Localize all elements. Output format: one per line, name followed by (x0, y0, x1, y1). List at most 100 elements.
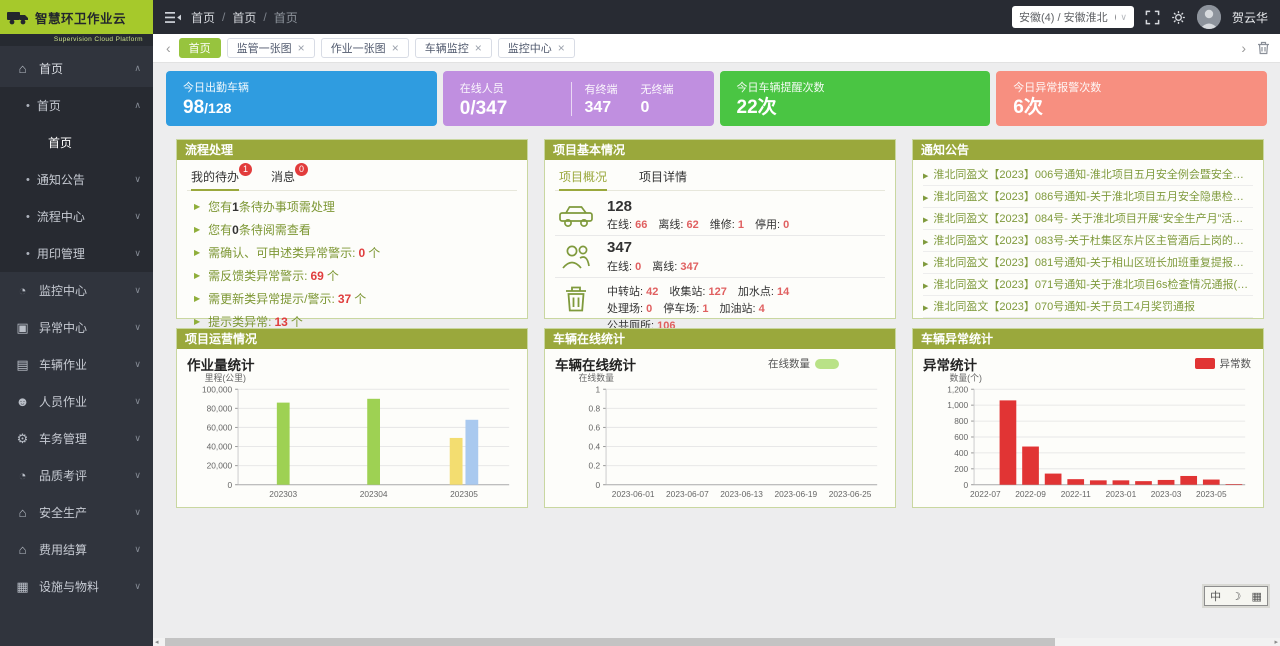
chart-title-row: 作业量统计 (185, 353, 519, 373)
notice-item[interactable]: ▶淮北同盈文【2023】084号- 关于淮北项目开展“安全生产月”活动的通知 (923, 208, 1253, 230)
y-axis-label: 数量(个) (950, 373, 982, 383)
scroll-left-arrow-icon[interactable]: ◂ (155, 638, 159, 646)
notice-item[interactable]: ▶淮北同盈文【2023】083号-关于杜集区东片区主管酒后上岗的处罚通告 (923, 230, 1253, 252)
y-tick-label: 400 (954, 448, 968, 458)
process-tab-我的待办[interactable]: 我的待办1 (191, 168, 239, 185)
avatar[interactable] (1197, 5, 1221, 29)
process-item[interactable]: ▶需反馈类异常警示: 69 个 (187, 264, 517, 287)
input-method-toolbar[interactable]: 中 ☽ ▦ (1204, 586, 1268, 606)
sidebar-item-label: 安全生产 (39, 504, 87, 521)
notice-item[interactable]: ▶淮北同盈文【2023】071号通知-关于淮北项目6s检查情况通报(2)(2) (923, 274, 1253, 296)
card-personnel-col: 有终端347 (585, 81, 641, 116)
ime-moon-icon[interactable]: ☽ (1231, 590, 1241, 603)
tab-监管一张图[interactable]: 监管一张图× (227, 38, 315, 58)
y-tick-label: 0.2 (589, 461, 601, 471)
scroll-right-arrow-icon[interactable]: ▸ (1274, 638, 1278, 646)
x-tick-label: 2023-06-13 (720, 489, 763, 499)
process-item[interactable]: ▶您有1条待办事项需处理 (187, 195, 517, 218)
panel-body: 我的待办1 消息0 ▶您有1条待办事项需处理▶您有0条待阅需查看▶需确认、可申述类… (177, 160, 527, 318)
x-tick-label: 2023-03 (1151, 489, 1182, 499)
safety-icon: ⌂ (14, 505, 31, 520)
sidebar-item-安全生产[interactable]: ⌂安全生产∨ (0, 494, 153, 531)
tab-首页[interactable]: 首页 (179, 38, 221, 58)
sidebar-item-设施与物料[interactable]: ▦设施与物料∨ (0, 568, 153, 605)
process-items: ▶您有1条待办事项需处理▶您有0条待阅需查看▶需确认、可申述类异常警示: 0 个… (187, 195, 517, 333)
card-value: 6次 (1013, 98, 1250, 117)
horizontal-scrollbar[interactable]: ◂ ▸ (153, 638, 1280, 646)
panel-operation-stats: 项目运营情况 作业量统计 020,00040,00060,00080,00010… (176, 328, 528, 508)
sidebar-item-费用结算[interactable]: ⌂费用结算∨ (0, 531, 153, 568)
app-logo: 智慧环卫作业云 (0, 0, 153, 34)
sidebar-item-监控中心[interactable]: ◔ 监控中心 ∨ (0, 272, 153, 309)
tabs-scroll-right-icon[interactable]: › (1238, 41, 1249, 55)
card-value: 0/347 (460, 99, 567, 118)
sidebar-item-home-sub[interactable]: • 首页 ∧ (0, 87, 153, 124)
sidebar-item-label: 监控中心 (39, 282, 87, 299)
breadcrumb-item[interactable]: 首页 (274, 9, 298, 26)
sidebar-item-home[interactable]: ⌂ 首页 ∧ (0, 50, 153, 87)
chevron-down-icon: ∨ (134, 322, 141, 333)
x-tick-label: 2022-09 (1015, 489, 1046, 499)
tab-车辆监控[interactable]: 车辆监控× (415, 38, 492, 58)
region-select-value: 安徽(4) / 安徽淮北（相... (1019, 9, 1116, 25)
close-icon[interactable]: × (475, 42, 482, 54)
card-abnormal-alarms: 今日异常报警次数 6次 (996, 71, 1267, 126)
process-tabs: 我的待办1 消息0 (187, 162, 517, 191)
stat-value: 0 (635, 261, 641, 273)
vehicle-online-chart: 00.20.40.60.81在线数量2023-06-012023-06-0720… (553, 373, 887, 503)
breadcrumb-item[interactable]: 首页 (191, 9, 215, 26)
x-tick-label: 202304 (360, 489, 388, 499)
tab-作业一张图[interactable]: 作业一张图× (321, 38, 409, 58)
project-tab-项目详情[interactable]: 项目详情 (639, 168, 687, 185)
fullscreen-icon[interactable] (1145, 10, 1160, 25)
sidebar-item-label: 首页 (48, 134, 72, 151)
notice-item[interactable]: ▶淮北同盈文【2023】086号通知-关于淮北项目五月安全隐患检查情况通告 (923, 186, 1253, 208)
region-select[interactable]: 安徽(4) / 安徽淮北（相... ∨ (1012, 6, 1134, 28)
sidebar-item-品质考评[interactable]: ◔品质考评∨ (0, 457, 153, 494)
sidebar-item-异常中心[interactable]: ▣异常中心∨ (0, 309, 153, 346)
chart-title-row: 异常统计 异常数 (921, 353, 1255, 373)
panel-title: 项目运营情况 (177, 329, 527, 349)
card-label: 有终端 (585, 81, 641, 97)
monitor-center-icon: ◔ (14, 283, 31, 298)
bar (1000, 400, 1017, 484)
panel-title: 通知公告 (913, 140, 1263, 160)
gear-icon[interactable] (1171, 10, 1186, 25)
sidebar-item-用印管理[interactable]: •用印管理∨ (0, 235, 153, 272)
chevron-down-icon: ∨ (134, 285, 141, 296)
page-content: 今日出勤车辆 98/128 在线人员 0/347 有终端347无终端0 今日车辆… (153, 63, 1280, 646)
close-icon[interactable]: × (392, 42, 399, 54)
tabs-scroll-left-icon[interactable]: ‹ (163, 41, 174, 55)
breadcrumb-item[interactable]: 首页 (232, 9, 256, 26)
process-tab-消息[interactable]: 消息0 (271, 168, 295, 185)
sidebar-item-通知公告[interactable]: •通知公告∨ (0, 161, 153, 198)
notice-item[interactable]: ▶淮北同盈文【2023】081号通知-关于相山区班长加班重复提报的通报 (923, 252, 1253, 274)
tab-监控中心[interactable]: 监控中心× (498, 38, 575, 58)
sidebar-item-流程中心[interactable]: •流程中心∨ (0, 198, 153, 235)
close-icon[interactable]: × (298, 42, 305, 54)
close-icon[interactable]: × (558, 42, 565, 54)
process-item-text: 个 (354, 290, 366, 307)
collapse-sidebar-icon[interactable] (165, 11, 181, 24)
bar (1135, 481, 1152, 485)
sidebar-item-车务管理[interactable]: ⚙车务管理∨ (0, 420, 153, 457)
panel-title: 流程处理 (177, 140, 527, 160)
ime-keyboard-icon[interactable]: ▦ (1251, 590, 1261, 603)
project-tab-项目概况[interactable]: 项目概况 (559, 168, 607, 185)
stat-value: 0 (646, 303, 652, 315)
close-all-tabs-button[interactable] (1257, 41, 1270, 55)
notice-item[interactable]: ▶淮北同盈文【2023】006号通知-淮北项目五月安全例会暨安全生产月启动会… (923, 164, 1253, 186)
ime-lang-key[interactable]: 中 (1210, 588, 1221, 604)
process-item-text: 0 (359, 246, 366, 260)
process-item[interactable]: ▶您有0条待阅需查看 (187, 218, 517, 241)
scrollbar-thumb[interactable] (165, 638, 1055, 646)
sidebar-item-人员作业[interactable]: ☻人员作业∨ (0, 383, 153, 420)
personnel-stats: 在线: 0离线: 347 (607, 258, 710, 274)
process-item[interactable]: ▶需更新类异常提示/警示: 37 个 (187, 287, 517, 310)
sidebar: 智慧环卫作业云 Supervision Cloud Platform ⌂ 首页 … (0, 0, 153, 646)
stat-label: 维修: (710, 219, 738, 231)
sidebar-item-车辆作业[interactable]: ▤车辆作业∨ (0, 346, 153, 383)
process-item[interactable]: ▶需确认、可申述类异常警示: 0 个 (187, 241, 517, 264)
sidebar-item-home-leaf[interactable]: 首页 (0, 124, 153, 161)
notice-item[interactable]: ▶淮北同盈文【2023】070号通知-关于员工4月奖罚通报 (923, 296, 1253, 318)
